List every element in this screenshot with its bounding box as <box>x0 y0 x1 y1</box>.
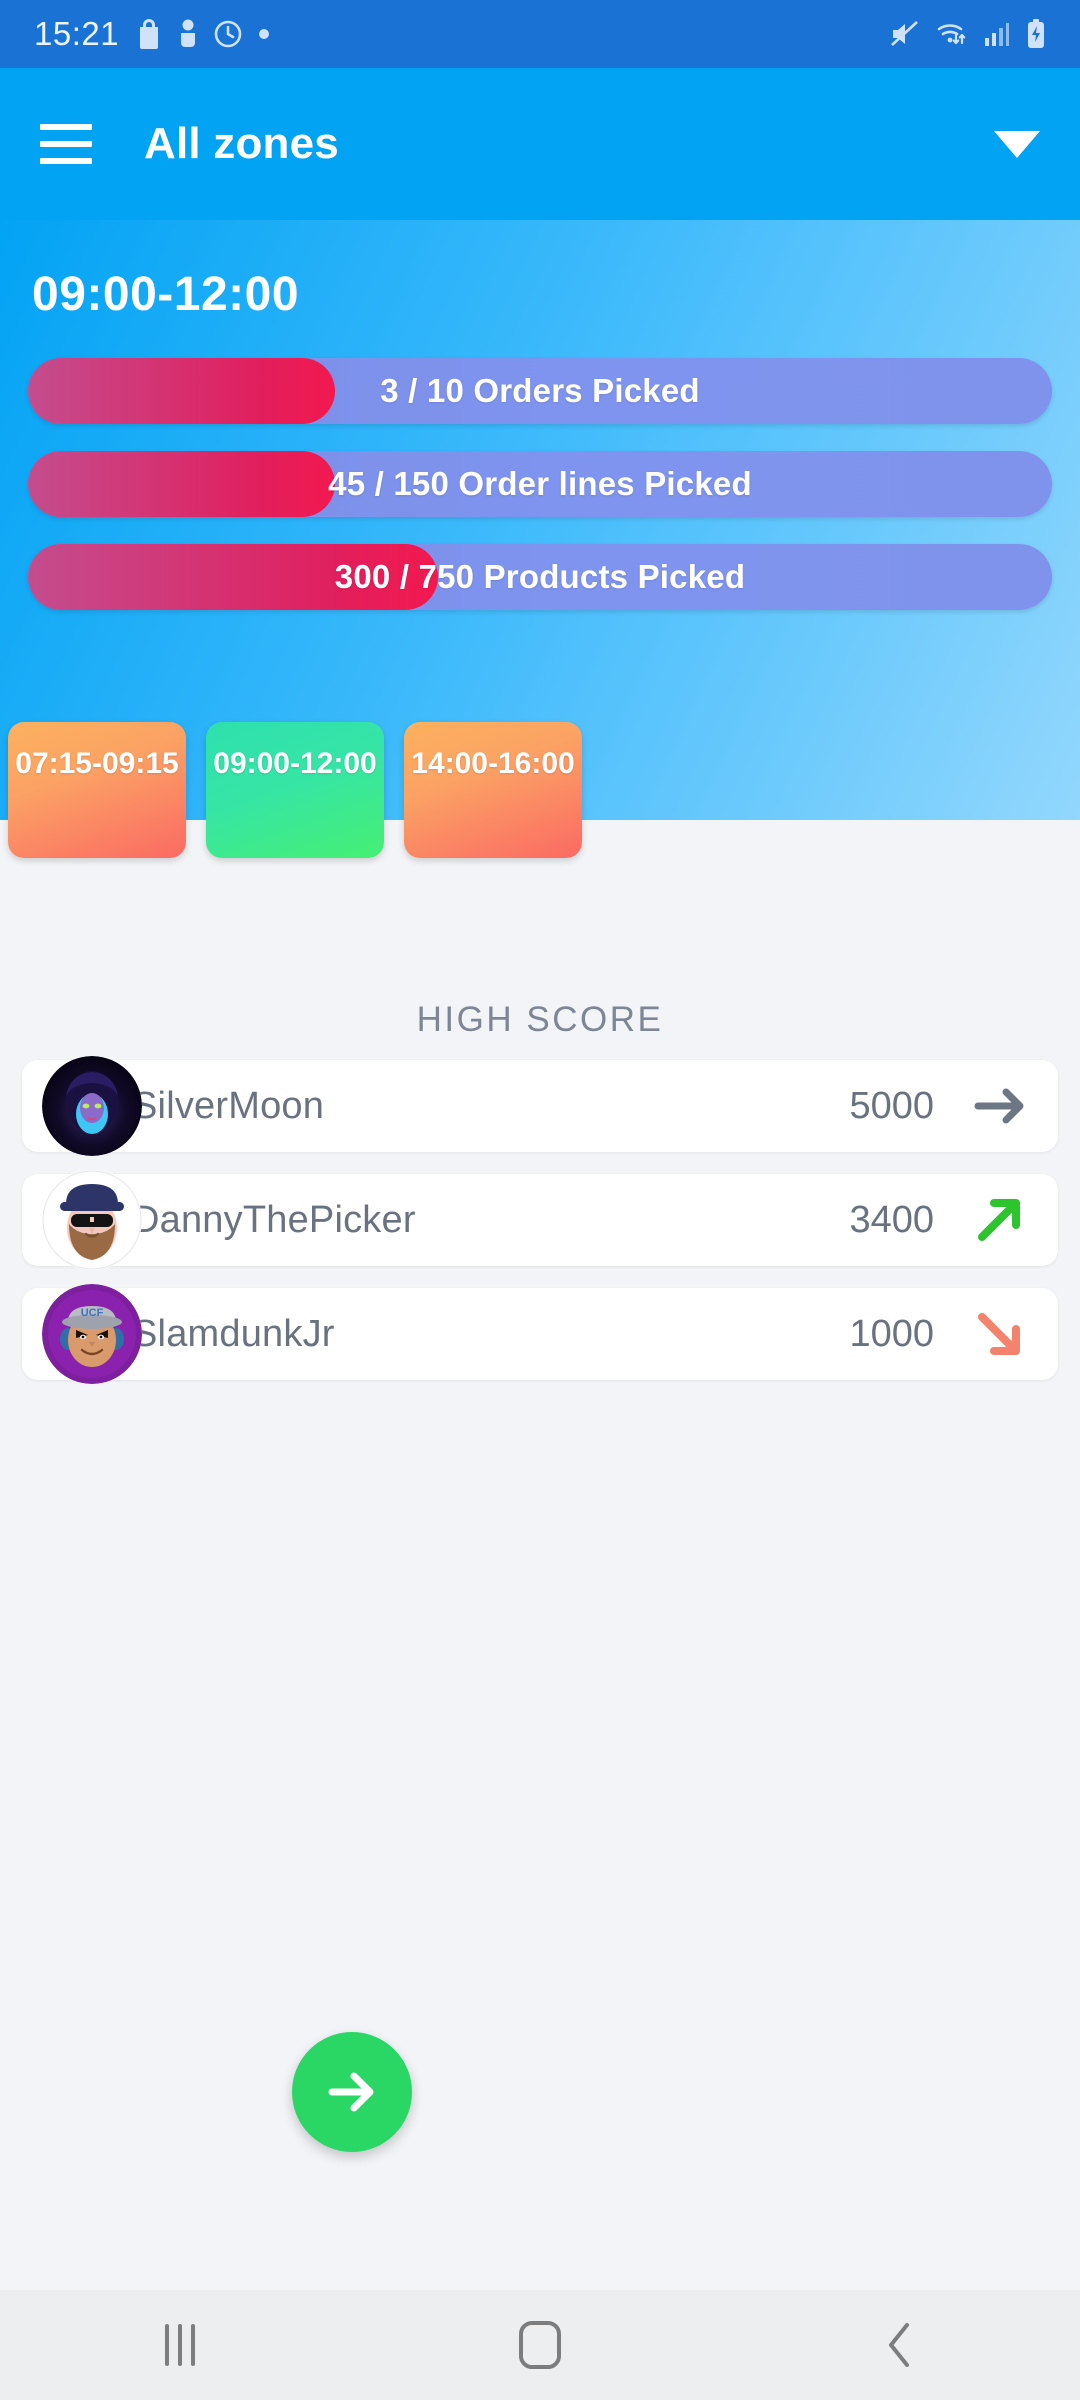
back-icon[interactable] <box>720 2319 1080 2371</box>
avatar-silvermoon <box>42 1056 142 1156</box>
dot-icon <box>259 29 270 39</box>
high-score-name: SilverMoon <box>132 1084 325 1127</box>
time-slot-card-active[interactable]: 09:00-12:00 <box>206 722 384 858</box>
page-title: All zones <box>144 119 339 168</box>
person-icon <box>179 19 197 49</box>
progress-label: 45 / 150 Order lines Picked <box>328 465 752 502</box>
avatar-dannythepicker <box>42 1170 142 1270</box>
status-bar: 15:21 <box>0 0 1080 68</box>
high-score-name: DannyThePicker <box>132 1198 416 1241</box>
signal-icon <box>984 21 1010 47</box>
time-slot-label: 14:00-16:00 <box>411 747 575 780</box>
battery-charging-icon <box>1026 19 1046 49</box>
time-slot-label: 07:15-09:15 <box>15 747 179 780</box>
high-score-value: 3400 <box>849 1198 934 1241</box>
hero-time-range: 09:00-12:00 <box>32 268 300 321</box>
high-score-heading: HIGH SCORE <box>416 1000 664 1039</box>
arrow-up-right-icon <box>968 1189 1030 1251</box>
progress-bar-orders[interactable]: 3 / 10 Orders Picked <box>28 358 1052 424</box>
high-score-value: 1000 <box>849 1312 934 1355</box>
arrow-right-icon <box>328 2072 374 2112</box>
high-score-row[interactable]: SilverMoon 5000 <box>22 1056 1058 1156</box>
wifi-icon <box>936 21 968 47</box>
progress-bar-products[interactable]: 300 / 750 Products Picked <box>28 544 1052 610</box>
progress-label: 300 / 750 Products Picked <box>334 558 746 595</box>
high-score-row[interactable]: UCF SlamdunkJr 1000 <box>22 1284 1058 1384</box>
home-icon[interactable] <box>360 2321 720 2369</box>
progress-bar-order-lines[interactable]: 45 / 150 Order lines Picked <box>28 451 1052 517</box>
alarm-icon <box>214 20 242 48</box>
status-clock: 15:21 <box>34 15 120 52</box>
time-slot-card[interactable]: 07:15-09:15 <box>8 722 186 858</box>
progress-bar-list: 3 / 10 Orders Picked 45 / 150 Order line… <box>28 358 1052 637</box>
time-slot-label: 09:00-12:00 <box>213 747 377 780</box>
time-slot-card[interactable]: 14:00-16:00 <box>404 722 582 858</box>
app-bar: All zones <box>0 68 1080 220</box>
caret-down-icon[interactable] <box>994 130 1040 158</box>
high-score-list: SilverMoon 5000 DannyThePicker 3400 UCF … <box>22 1056 1058 1402</box>
time-slot-list: 07:15-09:15 09:00-12:00 14:00-16:00 <box>8 722 582 858</box>
next-fab-button[interactable] <box>292 2032 412 2152</box>
svg-text:UCF: UCF <box>81 1307 104 1319</box>
high-score-value: 5000 <box>849 1084 934 1127</box>
progress-label: 3 / 10 Orders Picked <box>380 372 700 409</box>
high-score-row[interactable]: DannyThePicker 3400 <box>22 1170 1058 1270</box>
recents-icon[interactable] <box>0 2324 360 2366</box>
status-bar-left: 15:21 <box>34 15 270 53</box>
arrow-down-right-icon <box>968 1303 1030 1365</box>
status-bar-right <box>890 19 1046 49</box>
system-nav-bar <box>0 2290 1080 2400</box>
mute-icon <box>890 21 920 47</box>
hamburger-icon[interactable] <box>40 124 92 164</box>
bag-icon <box>136 19 162 49</box>
high-score-name: SlamdunkJr <box>132 1312 335 1355</box>
avatar-slamdunkjr: UCF <box>42 1284 142 1384</box>
arrow-right-icon <box>968 1075 1030 1137</box>
